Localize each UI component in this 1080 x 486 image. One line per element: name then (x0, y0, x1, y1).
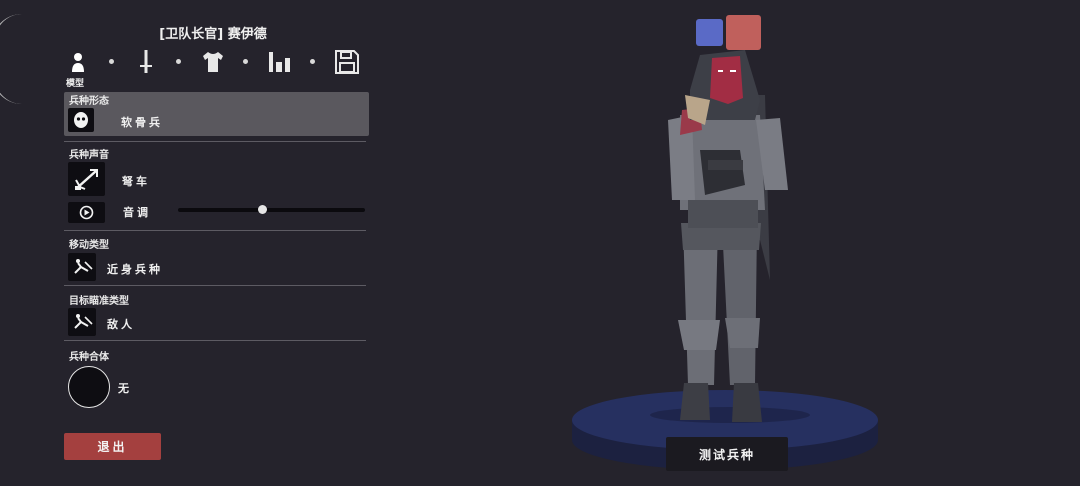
targeting-type-label: 敌人 (107, 318, 135, 331)
test-unit-button[interactable]: 测试兵种 (666, 437, 788, 471)
divider (64, 285, 366, 286)
bar-chart-icon (269, 52, 290, 72)
exit-button[interactable]: 退出 (64, 433, 161, 460)
tab-model-label: 模型 (66, 79, 85, 89)
play-icon (79, 205, 94, 220)
skull-mask-icon (68, 108, 94, 132)
unit-voice-label: 弩车 (122, 175, 150, 188)
fusion-select-button[interactable] (68, 366, 110, 408)
tab-separator-dot (243, 59, 248, 64)
sword-icon (140, 50, 152, 73)
section-header-targeting: 目标瞄准类型 (69, 296, 129, 307)
tab-stats[interactable] (266, 48, 294, 76)
tab-save[interactable] (333, 48, 361, 76)
fusion-label: 无 (118, 382, 132, 395)
unit-preview-stage[interactable] (560, 0, 900, 486)
divider (64, 141, 366, 142)
unit-title: [卫队长官] 赛伊德 (159, 27, 267, 42)
unit-character-model (668, 50, 788, 422)
section-header-movement: 移动类型 (69, 240, 109, 251)
divider (64, 340, 366, 341)
unit-form-option[interactable]: 兵种形态 软骨兵 (64, 92, 369, 136)
pitch-slider[interactable] (178, 205, 365, 214)
person-icon (72, 53, 84, 72)
section-header-voice: 兵种声音 (69, 150, 109, 161)
tab-separator-dot (310, 59, 315, 64)
targeting-type-option[interactable]: 敌人 (64, 308, 369, 336)
play-sound-button[interactable] (68, 202, 105, 223)
ballista-icon (68, 162, 105, 196)
movement-type-option[interactable]: 近身兵种 (64, 253, 369, 281)
editor-tabs: 模型 (66, 48, 366, 89)
pitch-slider-thumb[interactable] (258, 205, 268, 214)
tab-separator-dot (176, 59, 181, 64)
unit-voice-option[interactable]: 弩车 (64, 162, 369, 196)
tab-weapon[interactable] (132, 48, 160, 76)
target-enemy-icon (68, 308, 96, 336)
tab-separator-dot (109, 59, 114, 64)
divider (64, 230, 366, 231)
section-header-fusion: 兵种合体 (69, 352, 109, 363)
melee-unit-icon (68, 253, 96, 281)
back-edge-arc[interactable] (0, 14, 24, 104)
unit-form-label: 软骨兵 (121, 116, 163, 129)
movement-type-label: 近身兵种 (107, 263, 163, 276)
section-header-form: 兵种形态 (69, 96, 109, 107)
pitch-label: 音调 (123, 206, 151, 219)
tab-clothing[interactable] (199, 48, 227, 76)
shirt-icon (203, 52, 223, 72)
tab-model[interactable]: 模型 (66, 48, 94, 89)
floppy-disk-icon (335, 50, 359, 74)
